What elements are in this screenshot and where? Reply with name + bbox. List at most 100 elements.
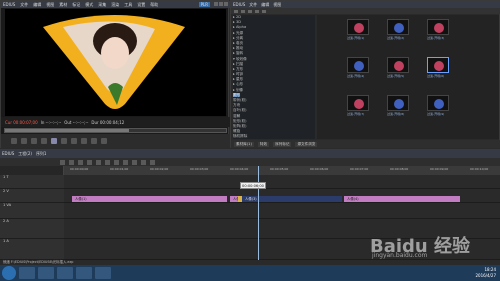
- taskbar-app-edius[interactable]: [95, 267, 111, 279]
- menu-item[interactable]: 帮助: [150, 2, 158, 8]
- transition-thumb[interactable]: 过渡-开场(8): [387, 95, 409, 117]
- menu-item[interactable]: 渲染: [111, 2, 119, 8]
- timeline-clip[interactable]: 人像(1): [72, 196, 227, 202]
- save-icon[interactable]: [78, 159, 83, 165]
- transition-thumb[interactable]: 过渡-开场(6): [427, 57, 449, 79]
- transition-thumb[interactable]: 过渡-开场(5): [387, 57, 409, 79]
- play-button[interactable]: [51, 138, 57, 144]
- timeline-clip[interactable]: 人像(3): [242, 196, 342, 202]
- maximize-icon[interactable]: [219, 2, 223, 6]
- system-tray: 18:24 2016/4/27: [475, 267, 496, 279]
- track-lane[interactable]: [64, 175, 500, 189]
- ruler-tick-label: 00:00:08;00: [390, 167, 409, 171]
- minimize-icon[interactable]: [214, 2, 218, 6]
- step-forward-button[interactable]: [61, 138, 67, 144]
- in-timecode: In --:--:--;--: [40, 119, 62, 125]
- menu-item[interactable]: 采集: [98, 2, 106, 8]
- track-header[interactable]: 1 A: [0, 239, 64, 260]
- track-header[interactable]: 1 T: [0, 175, 64, 189]
- fast-forward-button[interactable]: [71, 138, 77, 144]
- menu-item[interactable]: 文件: [20, 2, 28, 8]
- tree-item-label: 螺旋: [233, 129, 241, 134]
- timeline-clip[interactable]: 人像(4): [344, 196, 460, 202]
- plr-badge[interactable]: PLR: [198, 2, 210, 7]
- menu-item[interactable]: 视图: [46, 2, 54, 8]
- open-icon[interactable]: [69, 159, 74, 165]
- folder-icon[interactable]: [234, 9, 238, 13]
- playhead-timecode-popup: 00:00:06;00: [240, 182, 266, 189]
- tree-item-label: ▸ 方形: [233, 66, 244, 71]
- thumb-label: 过渡-开场(5): [387, 74, 405, 78]
- view-icon[interactable]: [255, 9, 259, 13]
- bin-menu-item[interactable]: 编辑: [261, 2, 269, 8]
- track-header[interactable]: 1 VA: [0, 203, 64, 219]
- settings-icon[interactable]: [150, 159, 155, 165]
- bin-menu-item[interactable]: 文件: [249, 2, 257, 8]
- delete-icon[interactable]: [262, 9, 266, 13]
- project-menu[interactable]: 工程(2): [18, 151, 32, 157]
- timeline-clip[interactable]: 人像(2): [230, 196, 238, 202]
- taskbar-app-explorer[interactable]: [19, 267, 35, 279]
- bin-tabs: 素材库(1) 特效 序列标记 源文件浏览: [231, 140, 500, 148]
- step-back-button[interactable]: [41, 138, 47, 144]
- current-timecode: Cur 00:00:07;00: [5, 119, 38, 125]
- start-button[interactable]: [2, 266, 16, 280]
- loop-button[interactable]: [81, 138, 87, 144]
- cut-icon[interactable]: [105, 159, 110, 165]
- scrub-bar[interactable]: [4, 128, 227, 133]
- transition-thumb[interactable]: 过渡-开场(1): [347, 19, 369, 41]
- transition-thumb[interactable]: 过渡-开场(9): [427, 95, 449, 117]
- track-header[interactable]: 2 V: [0, 189, 64, 203]
- overwrite-button[interactable]: [101, 138, 107, 144]
- menu-item[interactable]: 设置: [137, 2, 145, 8]
- taskbar-app-firefox[interactable]: [76, 267, 92, 279]
- up-icon[interactable]: [241, 9, 245, 13]
- menu-item[interactable]: 标记: [72, 2, 80, 8]
- ruler-tick-label: 00:00:06;00: [310, 167, 329, 171]
- menu-item[interactable]: 编辑: [33, 2, 41, 8]
- set-out-button[interactable]: [21, 138, 27, 144]
- tree-item[interactable]: 随机擦除: [233, 134, 315, 139]
- transition-thumb[interactable]: 过渡-开场(4): [347, 57, 369, 79]
- track-label: 2 V: [3, 189, 9, 193]
- insert-button[interactable]: [91, 138, 97, 144]
- menu-item[interactable]: 模式: [85, 2, 93, 8]
- paste-icon[interactable]: [123, 159, 128, 165]
- scrub-fill: [5, 129, 129, 132]
- rewind-button[interactable]: [31, 138, 37, 144]
- track-label: 1 A: [3, 239, 9, 243]
- ruler-tick-label: 00:00:07;00: [350, 167, 369, 171]
- transition-thumb[interactable]: 过渡-开场(7): [347, 95, 369, 117]
- tree-item-label: ▸ 3D: [233, 20, 241, 25]
- tab-markers[interactable]: 序列标记: [273, 141, 292, 147]
- menu-item[interactable]: 素材: [59, 2, 67, 8]
- tree-item-label: ▸ 2D: [233, 15, 241, 19]
- tab-effects[interactable]: 特效: [257, 141, 270, 147]
- copy-icon[interactable]: [114, 159, 119, 165]
- track-header[interactable]: 2 A: [0, 219, 64, 239]
- transition-thumb[interactable]: 过渡-开场(2): [387, 19, 409, 41]
- transition-thumb[interactable]: 过渡-开场(3): [427, 19, 449, 41]
- taskbar-app-browser[interactable]: [38, 267, 54, 279]
- track-lane[interactable]: [64, 203, 500, 219]
- timeline-toolbar: [0, 158, 500, 166]
- timeline-ruler[interactable]: 00:00:00;00 00:00:01;00 00:00:02;00 00:00:0…: [64, 166, 500, 175]
- ruler-tick-label: 00:00:01;00: [110, 167, 129, 171]
- set-in-button[interactable]: [11, 138, 17, 144]
- thumb-image: [347, 95, 369, 111]
- undo-icon[interactable]: [87, 159, 92, 165]
- ripple-icon[interactable]: [132, 159, 137, 165]
- search-icon[interactable]: [248, 9, 252, 13]
- snap-icon[interactable]: [141, 159, 146, 165]
- tab-bin[interactable]: 素材库(1): [234, 141, 254, 147]
- redo-icon[interactable]: [96, 159, 101, 165]
- taskbar-app-media[interactable]: [57, 267, 73, 279]
- menu-item[interactable]: 工具: [124, 2, 132, 8]
- close-icon[interactable]: [224, 2, 228, 6]
- bin-menu-item[interactable]: 视图: [273, 2, 281, 8]
- playhead[interactable]: [258, 166, 259, 260]
- new-sequence-icon[interactable]: [60, 159, 65, 165]
- tree-item-label: ▸ 旋转: [233, 51, 244, 56]
- sequence-tab[interactable]: 序列1: [36, 151, 47, 157]
- tab-source-browser[interactable]: 源文件浏览: [295, 141, 318, 147]
